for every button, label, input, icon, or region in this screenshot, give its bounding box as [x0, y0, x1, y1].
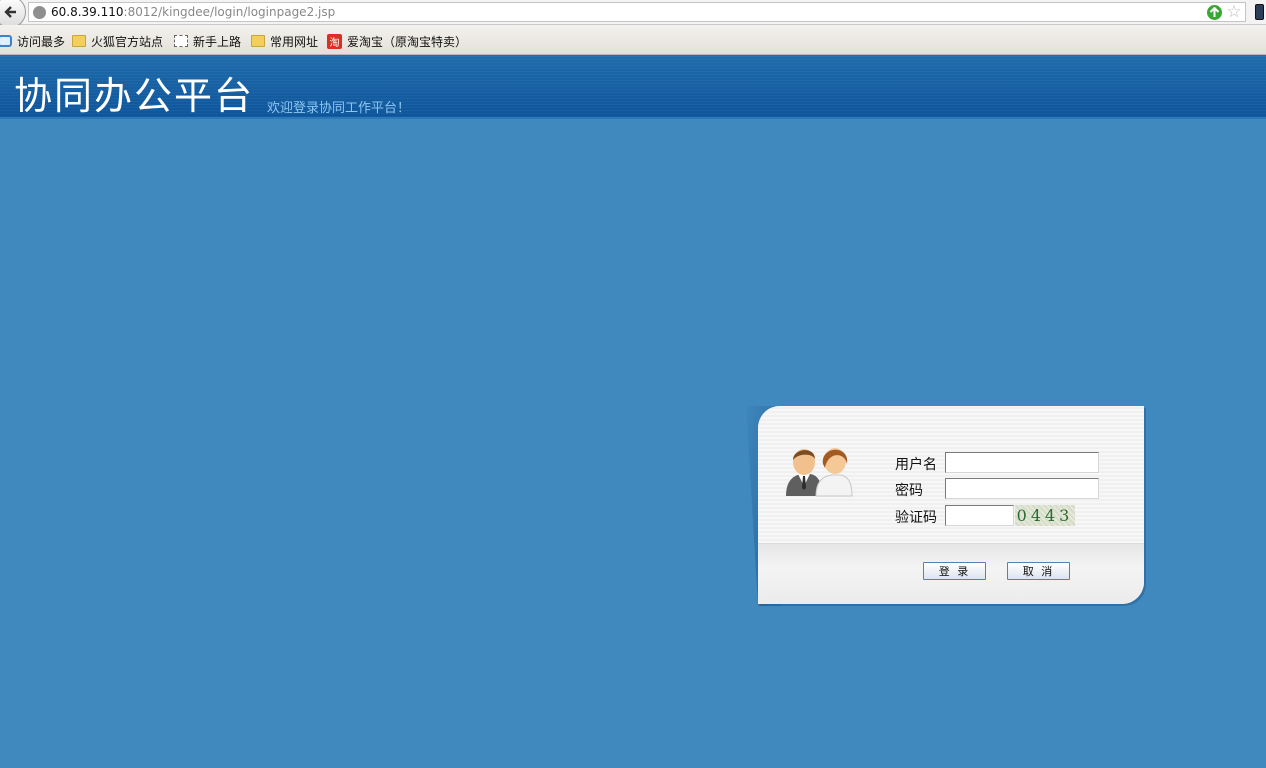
password-input[interactable] [945, 478, 1099, 499]
address-field[interactable]: 60.8.39.110:8012/kingdee/login/loginpage… [28, 2, 1246, 22]
page-icon [174, 35, 188, 47]
bookmarks-toolbar: 访问最多 火狐官方站点 新手上路 常用网址 淘 爱淘宝（原淘宝特卖） [0, 25, 1266, 55]
bookmark-common-sites[interactable]: 常用网址 [251, 32, 318, 50]
globe-icon [33, 6, 46, 19]
bookmark-label: 常用网址 [270, 34, 319, 49]
bookmark-firefox-site[interactable]: 火狐官方站点 [72, 32, 163, 50]
folder-icon [72, 35, 86, 47]
cancel-button[interactable]: 取 消 [1007, 562, 1070, 580]
bookmark-label: 新手上路 [193, 34, 242, 49]
url-path: :8012/kingdee/login/loginpage2.jsp [123, 5, 336, 19]
taobao-icon: 淘 [327, 33, 342, 49]
page-title: 协同办公平台 [14, 74, 255, 118]
bookmark-label: 爱淘宝（原淘宝特卖） [347, 34, 468, 49]
bookmark-ai-taobao[interactable]: 淘 爱淘宝（原淘宝特卖） [327, 32, 467, 50]
folder-icon [251, 35, 265, 47]
back-button[interactable] [0, 0, 26, 28]
bookmark-label: 火狐官方站点 [91, 34, 164, 49]
captcha-label: 验证码 [895, 510, 937, 526]
arrow-up-icon [1209, 7, 1220, 17]
users-icon [786, 448, 853, 497]
captcha-input[interactable] [945, 505, 1014, 526]
url-text: 60.8.39.110:8012/kingdee/login/loginpage… [51, 5, 335, 19]
page-subtitle: 欢迎登录协同工作平台！ [267, 101, 411, 116]
url-host: 60.8.39.110 [51, 5, 124, 19]
login-button[interactable]: 登 录 [923, 562, 986, 580]
mobile-device-icon[interactable] [1255, 4, 1264, 20]
bookmark-star-icon[interactable]: ☆ [1225, 3, 1243, 21]
login-panel: 用户名 密码 验证码 0443 登 录 取 消 [758, 406, 1144, 604]
go-arrow-icon[interactable] [1207, 5, 1222, 20]
back-arrow-icon [4, 6, 16, 18]
search-icon [0, 35, 12, 47]
username-label: 用户名 [895, 457, 937, 473]
browser-url-bar: 60.8.39.110:8012/kingdee/login/loginpage… [0, 0, 1266, 28]
bookmark-getting-started[interactable]: 新手上路 [174, 32, 241, 50]
captcha-image[interactable]: 0443 [1015, 505, 1075, 526]
password-label: 密码 [895, 483, 923, 499]
page-header: 协同办公平台 欢迎登录协同工作平台！ [0, 55, 1266, 119]
username-input[interactable] [945, 452, 1099, 473]
bookmark-label: 访问最多 [17, 34, 66, 49]
bookmark-most-visited[interactable]: 访问最多 [0, 32, 65, 50]
